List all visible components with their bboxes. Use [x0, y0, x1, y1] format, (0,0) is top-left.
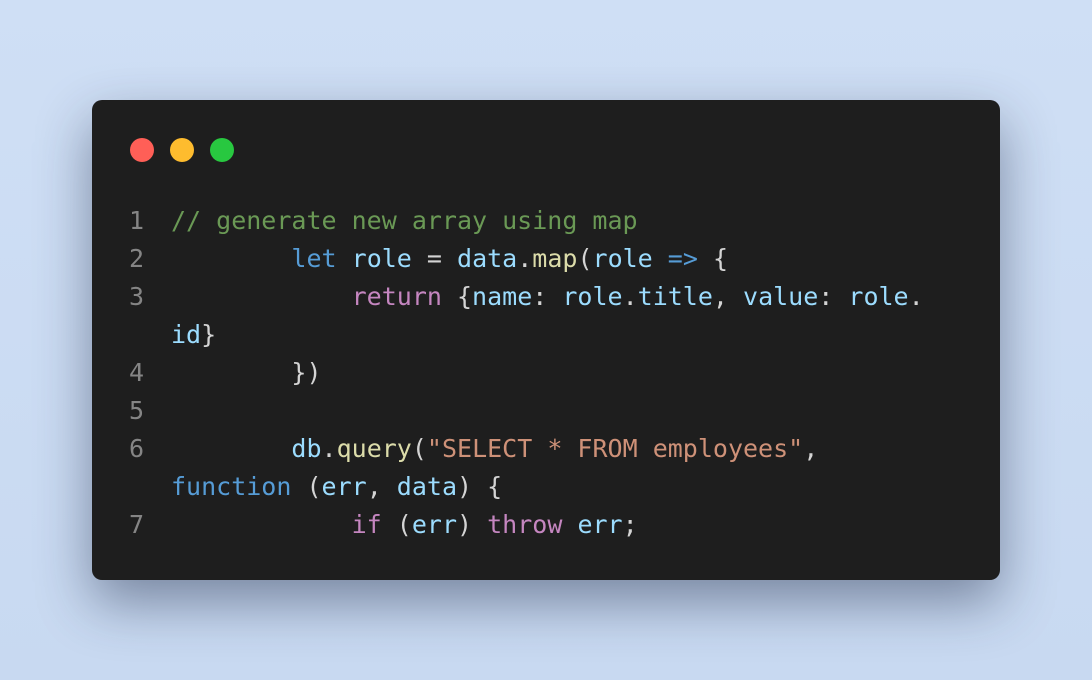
code-text: db.query("SELECT * FROM employees",	[171, 430, 818, 468]
code-text: function (err, data) {	[171, 468, 502, 506]
code-token: {	[441, 282, 473, 311]
code-text: let role = data.map(role => {	[171, 240, 728, 278]
line-number: 7	[129, 510, 145, 539]
code-line: 3 return {name: role.title, value: role.	[92, 278, 1000, 316]
code-token: .	[908, 282, 924, 311]
code-token: id	[171, 320, 202, 349]
code-line: id}	[92, 316, 1000, 354]
code-block: 1 // generate new array using map 2 let ro…	[92, 202, 1000, 544]
code-token: :	[532, 282, 563, 311]
code-token: db	[291, 434, 322, 463]
code-token: })	[171, 358, 322, 387]
code-token: role	[848, 282, 909, 311]
code-text: id}	[171, 316, 216, 354]
code-token: throw	[487, 510, 563, 539]
code-token: ;	[622, 510, 638, 539]
code-window: 1 // generate new array using map 2 let ro…	[92, 100, 1000, 580]
code-token: ,	[366, 472, 397, 501]
code-token: :	[818, 282, 849, 311]
code-token: return	[351, 282, 442, 311]
code-token: role	[351, 244, 412, 273]
code-token: (	[381, 510, 412, 539]
code-line: 1 // generate new array using map	[92, 202, 1000, 240]
code-token: role	[592, 244, 653, 273]
code-token: title	[637, 282, 713, 311]
code-text: if (err) throw err;	[171, 506, 638, 544]
code-token: "SELECT * FROM employees"	[426, 434, 804, 463]
code-token: // generate new array using map	[171, 206, 638, 235]
maximize-button-icon[interactable]	[210, 138, 234, 162]
code-token: (	[411, 434, 427, 463]
code-token: =>	[667, 244, 698, 273]
code-token: data	[396, 472, 458, 501]
code-text: // generate new array using map	[171, 202, 638, 240]
line-number: 4	[129, 358, 145, 387]
code-token: query	[336, 434, 412, 463]
code-token: function	[171, 472, 292, 501]
code-token: data	[457, 244, 518, 273]
code-token: ) {	[457, 472, 503, 501]
line-number: 3	[129, 282, 145, 311]
code-token: =	[411, 244, 458, 273]
code-line: 4 })	[92, 354, 1000, 392]
line-number: 1	[129, 206, 145, 235]
code-token: .	[622, 282, 638, 311]
code-token: {	[697, 244, 729, 273]
code-token: .	[321, 434, 337, 463]
code-token: )	[457, 510, 488, 539]
code-line: 7 if (err) throw err;	[92, 506, 1000, 544]
code-line: 5	[92, 392, 1000, 430]
code-token: name	[472, 282, 533, 311]
code-line: function (err, data) {	[92, 468, 1000, 506]
code-token: map	[532, 244, 578, 273]
code-token: .	[517, 244, 533, 273]
line-number: 6	[129, 434, 145, 463]
line-number: 5	[129, 396, 145, 425]
code-token: ,	[803, 434, 819, 463]
code-token: ,	[712, 282, 744, 311]
close-button-icon[interactable]	[130, 138, 154, 162]
code-line: 6 db.query("SELECT * FROM employees",	[92, 430, 1000, 468]
code-token: if	[351, 510, 382, 539]
code-token: (	[291, 472, 322, 501]
code-token: (	[577, 244, 593, 273]
code-token: err	[577, 510, 623, 539]
code-token: err	[321, 472, 367, 501]
code-line: 2 let role = data.map(role => {	[92, 240, 1000, 278]
code-token: }	[201, 320, 217, 349]
code-text: })	[171, 354, 322, 392]
code-token: value	[743, 282, 819, 311]
code-text: return {name: role.title, value: role.	[171, 278, 924, 316]
code-token: let	[291, 244, 337, 273]
line-number: 2	[129, 244, 145, 273]
code-token: err	[411, 510, 457, 539]
minimize-button-icon[interactable]	[170, 138, 194, 162]
code-token: role	[562, 282, 623, 311]
